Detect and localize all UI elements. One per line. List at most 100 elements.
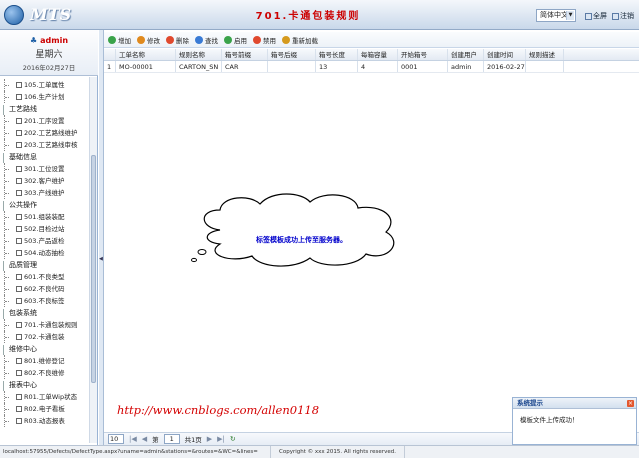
page-number-input[interactable]: 1 bbox=[163, 434, 180, 444]
nav-item[interactable]: R02.电子看板 bbox=[0, 403, 88, 415]
checkbox-icon[interactable] bbox=[16, 406, 22, 412]
nav-group[interactable]: 公共操作 bbox=[0, 199, 88, 211]
nav-scrollbar[interactable] bbox=[89, 77, 97, 443]
checkbox-icon[interactable] bbox=[16, 214, 22, 220]
column-header[interactable]: 箱号长度 bbox=[316, 49, 358, 60]
checkbox-icon[interactable] bbox=[16, 298, 22, 304]
nav-item[interactable]: 303.产线维护 bbox=[0, 187, 88, 199]
nav-item[interactable]: 106.生产计划 bbox=[0, 91, 88, 103]
checkbox-icon[interactable] bbox=[16, 394, 22, 400]
page-number: 1 bbox=[169, 435, 174, 443]
logout-link[interactable]: 注销 bbox=[612, 11, 634, 21]
nav-group[interactable]: 维修中心 bbox=[0, 343, 88, 355]
last-page-icon[interactable]: ▶| bbox=[217, 435, 225, 443]
checkbox-icon[interactable] bbox=[16, 322, 22, 328]
nav-group[interactable]: 报表中心 bbox=[0, 379, 88, 391]
nav-item-label: 504.动态抽检 bbox=[24, 249, 65, 257]
close-icon[interactable]: × bbox=[627, 400, 634, 407]
nav-item[interactable]: 802.不良维修 bbox=[0, 367, 88, 379]
table-row[interactable]: 1 MO-00001 CARTON_SN CAR 13 4 0001 admin 2016-02… bbox=[104, 61, 639, 73]
column-header[interactable]: 规则名称 bbox=[176, 49, 222, 60]
toolbar-label: 增加 bbox=[118, 36, 131, 45]
nav-group[interactable]: 基础信息 bbox=[0, 151, 88, 163]
nav-item[interactable]: 504.动态抽检 bbox=[0, 247, 88, 259]
column-header[interactable] bbox=[104, 49, 116, 60]
page-size-select[interactable]: 10 bbox=[108, 434, 124, 444]
reload-button[interactable]: 重新加载 bbox=[282, 35, 318, 45]
nav-item[interactable]: 601.不良类型 bbox=[0, 271, 88, 283]
nav-item[interactable]: 702.卡通包装 bbox=[0, 331, 88, 343]
scrollbar-thumb[interactable] bbox=[91, 155, 96, 383]
nav-item[interactable]: 501.组装装配 bbox=[0, 211, 88, 223]
refresh-icon[interactable]: ↻ bbox=[230, 435, 236, 443]
checkbox-icon[interactable] bbox=[16, 166, 22, 172]
checkbox-icon[interactable] bbox=[16, 226, 22, 232]
edit-button[interactable]: 修改 bbox=[137, 35, 160, 45]
collapse-arrow-icon[interactable]: ◀ bbox=[99, 256, 103, 262]
search-button[interactable]: 查找 bbox=[195, 35, 218, 45]
page-total: 共1页 bbox=[184, 436, 202, 444]
checkbox-icon[interactable] bbox=[16, 178, 22, 184]
nav-item-label: 502.目检过站 bbox=[24, 225, 65, 233]
delete-button[interactable]: 删除 bbox=[166, 35, 189, 45]
column-header[interactable]: 创建用户 bbox=[448, 49, 484, 60]
nav-item[interactable]: 203.工艺路线审核 bbox=[0, 139, 88, 151]
nav-item[interactable]: 301.工位设置 bbox=[0, 163, 88, 175]
copyright-text: Copyright © xxx 2015. All rights reserve… bbox=[270, 446, 405, 458]
nav-item[interactable]: 503.产品返检 bbox=[0, 235, 88, 247]
nav-item[interactable]: 302.客户维护 bbox=[0, 175, 88, 187]
language-select[interactable]: 简体中文 ▼ bbox=[536, 9, 576, 22]
toolbar-label: 删除 bbox=[176, 36, 189, 45]
checkbox-icon[interactable] bbox=[16, 286, 22, 292]
checkbox-icon[interactable] bbox=[16, 238, 22, 244]
nav-group[interactable]: 包装系统 bbox=[0, 307, 88, 319]
column-header[interactable]: 箱号前缀 bbox=[222, 49, 268, 60]
edit-icon bbox=[137, 35, 145, 44]
column-header[interactable]: 工单名称 bbox=[116, 49, 176, 60]
table-cell: 0001 bbox=[398, 61, 448, 72]
checkbox-icon[interactable] bbox=[16, 142, 22, 148]
header-bar: MTS 701.卡通包装规则 简体中文 ▼ 全屏 注销 bbox=[0, 0, 639, 30]
nav-item[interactable]: 701.卡通包装规则 bbox=[0, 319, 88, 331]
column-header[interactable]: 创建时间 bbox=[484, 49, 526, 60]
nav-item[interactable]: R01.工单Wip状态 bbox=[0, 391, 88, 403]
column-header[interactable]: 规则描述 bbox=[526, 49, 564, 60]
next-page-icon[interactable]: ▶ bbox=[207, 435, 212, 443]
column-header[interactable]: 每箱容量 bbox=[358, 49, 398, 60]
add-button[interactable]: 增加 bbox=[108, 35, 131, 45]
nav-tree: 105.工单属性 106.生产计划 工艺路线 201.工序设置 202.工艺路线维护 20… bbox=[0, 77, 88, 442]
nav-item[interactable]: 105.工单属性 bbox=[0, 79, 88, 91]
nav-item[interactable]: 603.不良标签 bbox=[0, 295, 88, 307]
first-page-icon[interactable]: |◀ bbox=[129, 435, 137, 443]
checkbox-icon[interactable] bbox=[16, 274, 22, 280]
checkbox-icon[interactable] bbox=[16, 418, 22, 424]
checkbox-icon[interactable] bbox=[16, 358, 22, 364]
nav-item[interactable]: 801.维修登记 bbox=[0, 355, 88, 367]
nav-item-label: 503.产品返检 bbox=[24, 237, 65, 245]
nav-item[interactable]: 201.工序设置 bbox=[0, 115, 88, 127]
checkbox-icon[interactable] bbox=[16, 130, 22, 136]
checkbox-icon[interactable] bbox=[16, 250, 22, 256]
checkbox-icon[interactable] bbox=[16, 370, 22, 376]
reload-icon bbox=[282, 35, 290, 44]
column-header[interactable]: 开始箱号 bbox=[398, 49, 448, 60]
nav-item[interactable]: 502.目检过站 bbox=[0, 223, 88, 235]
disable-button[interactable]: 禁用 bbox=[253, 35, 276, 45]
checkbox-icon[interactable] bbox=[16, 334, 22, 340]
disable-icon bbox=[253, 35, 261, 44]
nav-group[interactable]: 品质管理 bbox=[0, 259, 88, 271]
nav-item[interactable]: R03.动态报表 bbox=[0, 415, 88, 427]
fullscreen-link[interactable]: 全屏 bbox=[585, 11, 607, 21]
checkbox-icon[interactable] bbox=[16, 190, 22, 196]
nav-group[interactable]: 工艺路线 bbox=[0, 103, 88, 115]
nav-item[interactable]: 602.不良代码 bbox=[0, 283, 88, 295]
checkbox-icon[interactable] bbox=[16, 82, 22, 88]
enable-button[interactable]: 启用 bbox=[224, 35, 247, 45]
nav-item[interactable]: 202.工艺路线维护 bbox=[0, 127, 88, 139]
nav-item-label: 602.不良代码 bbox=[24, 285, 65, 293]
sidebar: admin 星期六 2016年02月27日 105.工单属性 106.生产计划工艺… bbox=[0, 30, 98, 445]
prev-page-icon[interactable]: ◀ bbox=[142, 435, 147, 443]
checkbox-icon[interactable] bbox=[16, 118, 22, 124]
column-header[interactable]: 箱号后缀 bbox=[268, 49, 316, 60]
checkbox-icon[interactable] bbox=[16, 94, 22, 100]
